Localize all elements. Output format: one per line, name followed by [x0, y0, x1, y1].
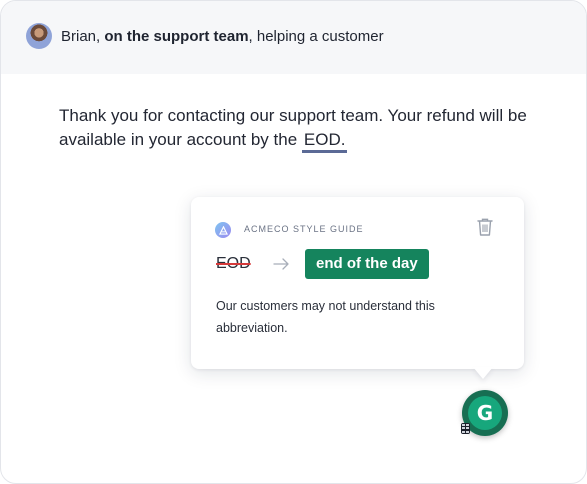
- style-guide-title: ACMECO STYLE GUIDE: [244, 224, 364, 234]
- header-context: , helping a customer: [248, 28, 384, 45]
- app-frame: Brian, on the support team, helping a cu…: [0, 0, 587, 484]
- style-guide-icon: [215, 222, 231, 238]
- arrow-right-icon: [273, 257, 290, 271]
- trash-icon[interactable]: [476, 217, 494, 237]
- grammarly-button[interactable]: G: [461, 390, 508, 436]
- conversation-header: Brian, on the support team, helping a cu…: [1, 1, 586, 74]
- card-pointer: [473, 367, 493, 379]
- grammarly-letter: G: [476, 401, 494, 425]
- message-body[interactable]: Thank you for contacting our support tea…: [59, 104, 549, 153]
- agent-team: on the support team: [104, 28, 249, 45]
- drag-handle-icon[interactable]: [461, 423, 470, 434]
- flagged-word[interactable]: EOD.: [301, 130, 348, 153]
- suggestion-explanation: Our customers may not understand this ab…: [216, 299, 435, 335]
- agent-name: Brian,: [61, 28, 101, 45]
- suggestion-card: ACMECO STYLE GUIDE EOD end of the day Ou…: [191, 197, 524, 369]
- header-title: Brian, on the support team, helping a cu…: [61, 28, 384, 46]
- replacement-suggestion-button[interactable]: end of the day: [305, 249, 429, 279]
- original-term: EOD: [216, 255, 251, 272]
- message-text: Thank you for contacting our support tea…: [59, 106, 527, 149]
- avatar: [26, 23, 52, 49]
- grammarly-g-icon: G: [468, 396, 502, 430]
